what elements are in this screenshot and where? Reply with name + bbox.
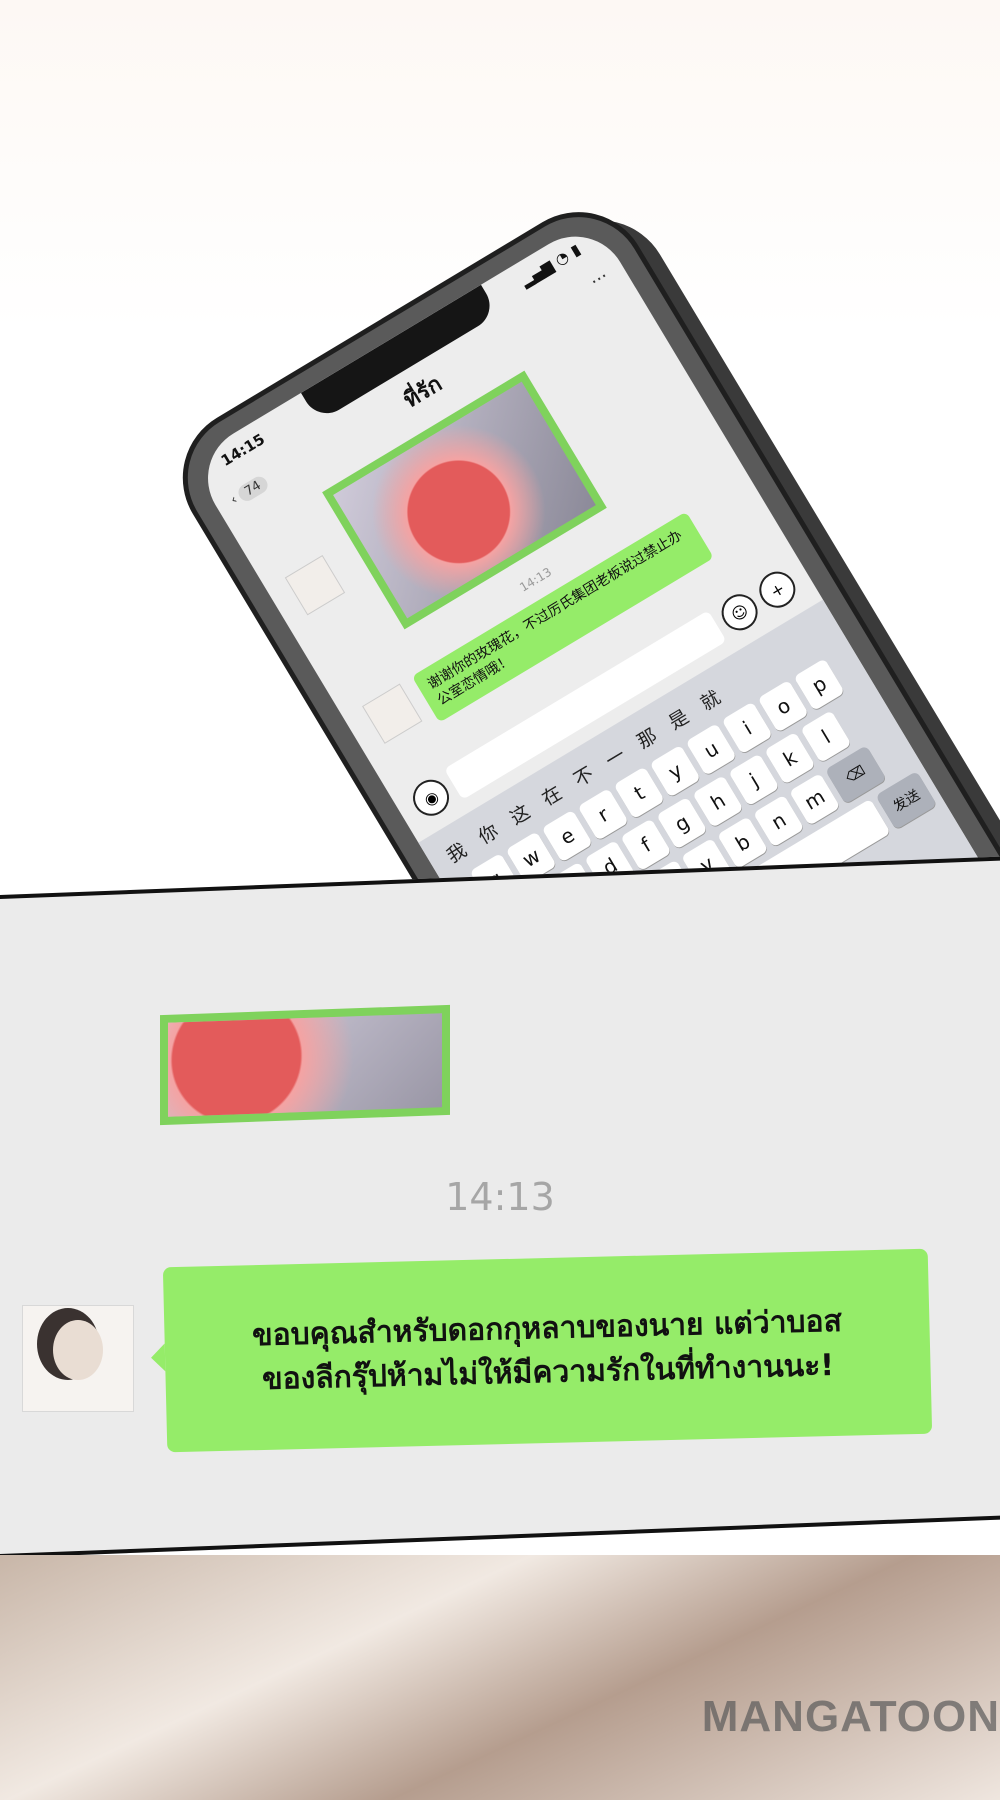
watermark: MANGATOON	[701, 1692, 1000, 1741]
candidate-word[interactable]: 那	[631, 721, 661, 754]
candidate-word[interactable]: 这	[504, 797, 535, 830]
candidate-word[interactable]: 就	[695, 683, 725, 716]
avatar-portrait	[53, 1320, 103, 1380]
message-bubble: ขอบคุณสำหรับดอกกุหลาบของนาย แต่ว่าบอส ขอ…	[162, 1248, 933, 1453]
voice-icon[interactable]: ◉	[406, 773, 456, 823]
candidate-word[interactable]: 我	[441, 836, 471, 869]
background-artwork: MANGATOON	[0, 1555, 1000, 1800]
rose-photo-message	[160, 1004, 450, 1126]
avatar	[362, 683, 423, 744]
candidate-word[interactable]: 在	[536, 778, 566, 811]
candidate-word[interactable]: 一	[600, 740, 630, 773]
plus-icon[interactable]: +	[752, 564, 803, 615]
emoji-icon[interactable]: ☺	[714, 587, 765, 638]
message-timestamp: 14:13	[445, 1175, 555, 1219]
avatar	[22, 1305, 134, 1412]
candidate-word[interactable]: 不	[568, 759, 598, 792]
rose-photo	[168, 1013, 442, 1117]
candidate-word[interactable]: 是	[663, 702, 693, 735]
candidate-word[interactable]: 你	[473, 817, 503, 850]
avatar	[284, 554, 346, 616]
